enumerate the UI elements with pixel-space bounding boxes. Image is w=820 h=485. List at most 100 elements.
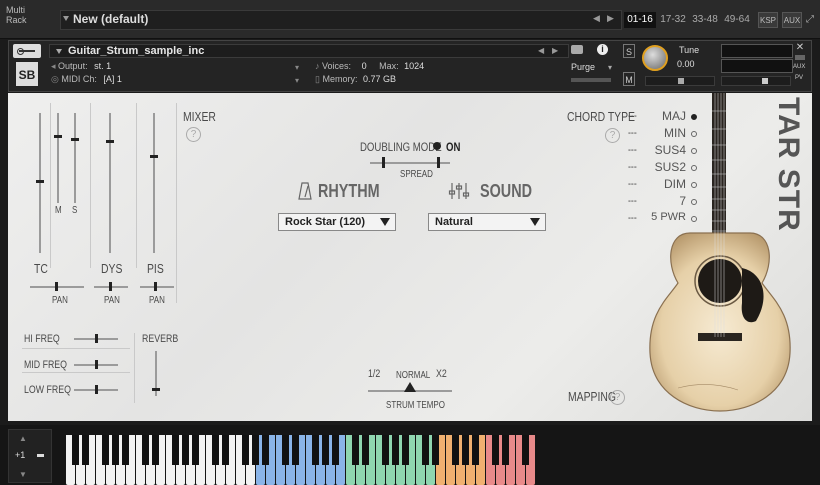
octave-minus-icon[interactable] — [37, 454, 44, 457]
strum-tempo-pointer-icon[interactable] — [404, 382, 416, 392]
preset-dropdown-icon[interactable] — [63, 16, 69, 21]
dys-fader-handle[interactable] — [106, 140, 114, 143]
black-key[interactable] — [72, 435, 79, 465]
black-key[interactable] — [172, 435, 179, 465]
tune-knob[interactable] — [642, 45, 668, 71]
octave-up-icon[interactable]: ▲ — [19, 434, 27, 443]
black-key[interactable] — [122, 435, 129, 465]
black-key[interactable] — [422, 435, 429, 465]
black-key[interactable] — [102, 435, 109, 465]
volume-slider[interactable] — [721, 76, 791, 86]
black-key[interactable] — [472, 435, 479, 465]
info-icon[interactable]: i — [597, 44, 608, 55]
tab-01-16[interactable]: 01-16 — [624, 12, 656, 28]
black-key[interactable] — [402, 435, 409, 465]
black-key[interactable] — [252, 435, 259, 465]
black-key[interactable] — [212, 435, 219, 465]
black-key[interactable] — [112, 435, 119, 465]
camera-icon[interactable] — [571, 45, 583, 54]
preset-prev-icon[interactable]: ◀ — [593, 13, 600, 24]
solo-button[interactable]: S — [623, 44, 635, 58]
volume-slider-handle[interactable] — [762, 78, 768, 84]
tab-49-64[interactable]: 49-64 — [722, 12, 752, 28]
black-key[interactable] — [282, 435, 289, 465]
black-key[interactable] — [322, 435, 329, 465]
ksp-button[interactable]: KSP — [758, 12, 778, 28]
instrument-prev-icon[interactable]: ◀ — [538, 46, 544, 55]
black-key[interactable] — [432, 435, 439, 465]
close-icon[interactable]: ✕ — [795, 43, 805, 53]
instrument-next-icon[interactable]: ▶ — [552, 46, 558, 55]
name-dropdown-icon[interactable] — [56, 49, 62, 54]
black-key[interactable] — [362, 435, 369, 465]
preset-next-icon[interactable]: ▶ — [607, 13, 614, 24]
black-key[interactable] — [222, 435, 229, 465]
rhythm-dropdown[interactable]: Rock Star (120) — [278, 213, 396, 231]
black-key[interactable] — [152, 435, 159, 465]
wrench-icon[interactable] — [13, 44, 41, 58]
low-freq-handle[interactable] — [95, 385, 98, 394]
spread-handle-right[interactable] — [437, 157, 440, 168]
mapping-help-icon[interactable]: ? — [610, 390, 625, 405]
minimize-icon[interactable] — [795, 55, 805, 60]
aux-button[interactable]: AUX — [782, 12, 802, 28]
midi-dropdown-icon[interactable]: ▾ — [295, 76, 299, 85]
solo-fader-handle[interactable] — [71, 138, 79, 141]
tab-17-32[interactable]: 17-32 — [658, 12, 688, 28]
tempo-half-label[interactable]: 1/2 — [368, 368, 380, 380]
output-row[interactable]: ◂ Output: st. 1 — [51, 61, 111, 72]
sound-dropdown-arrow-icon[interactable] — [530, 218, 540, 226]
aux-small-button[interactable]: AUX — [793, 64, 805, 70]
black-key[interactable] — [82, 435, 89, 465]
black-key[interactable] — [522, 435, 529, 465]
black-key[interactable] — [332, 435, 339, 465]
black-key[interactable] — [382, 435, 389, 465]
reverb-fader-handle[interactable] — [152, 388, 160, 391]
doubling-on-indicator[interactable] — [433, 142, 441, 150]
black-key[interactable] — [142, 435, 149, 465]
black-key[interactable] — [182, 435, 189, 465]
preset-name-field[interactable]: New (default) ◀ ▶ — [60, 10, 622, 30]
purge-dropdown-icon[interactable]: ▾ — [608, 63, 612, 72]
chord-help-icon[interactable]: ? — [605, 128, 620, 143]
tc-fader-handle[interactable] — [36, 180, 44, 183]
black-key[interactable] — [492, 435, 499, 465]
dys-pan-handle[interactable] — [109, 282, 112, 291]
hi-freq-handle[interactable] — [95, 334, 98, 343]
black-key[interactable] — [292, 435, 299, 465]
tempo-x2-label[interactable]: X2 — [436, 368, 447, 380]
piano-keyboard[interactable] — [66, 435, 536, 485]
instrument-name-field[interactable]: Guitar_Strum_sample_inc ◀ ▶ — [49, 44, 569, 58]
purge-button[interactable]: Purge — [571, 62, 595, 72]
mute-fader-handle[interactable] — [54, 135, 62, 138]
pv-button[interactable]: PV — [795, 75, 803, 81]
black-key[interactable] — [242, 435, 249, 465]
black-key[interactable] — [502, 435, 509, 465]
mapping-label[interactable]: MAPPING — [568, 389, 616, 404]
output-dropdown-icon[interactable]: ▾ — [295, 63, 299, 72]
tab-33-48[interactable]: 33-48 — [690, 12, 720, 28]
mid-freq-handle[interactable] — [95, 360, 98, 369]
tc-pan-handle[interactable] — [55, 282, 58, 291]
black-key[interactable] — [312, 435, 319, 465]
black-key[interactable] — [392, 435, 399, 465]
black-key[interactable] — [192, 435, 199, 465]
spread-handle-left[interactable] — [382, 157, 385, 168]
tempo-normal-label[interactable]: NORMAL — [396, 370, 430, 381]
black-key[interactable] — [352, 435, 359, 465]
midi-channel-row[interactable]: ◎ MIDI Ch: [A] 1 — [51, 74, 122, 85]
octave-down-icon[interactable]: ▼ — [19, 470, 27, 479]
pis-pan-handle[interactable] — [154, 282, 157, 291]
pan-slider[interactable] — [645, 76, 715, 86]
tune-value[interactable]: 0.00 — [677, 59, 695, 69]
black-key[interactable] — [262, 435, 269, 465]
mixer-help-icon[interactable]: ? — [186, 127, 201, 142]
rhythm-dropdown-arrow-icon[interactable] — [380, 218, 390, 226]
mute-button[interactable]: M — [623, 72, 635, 86]
pis-fader-handle[interactable] — [150, 155, 158, 158]
expand-icon[interactable]: ⤢ — [806, 14, 814, 25]
black-key[interactable] — [452, 435, 459, 465]
sound-dropdown[interactable]: Natural — [428, 213, 546, 231]
pan-slider-handle[interactable] — [678, 78, 684, 84]
black-key[interactable] — [462, 435, 469, 465]
